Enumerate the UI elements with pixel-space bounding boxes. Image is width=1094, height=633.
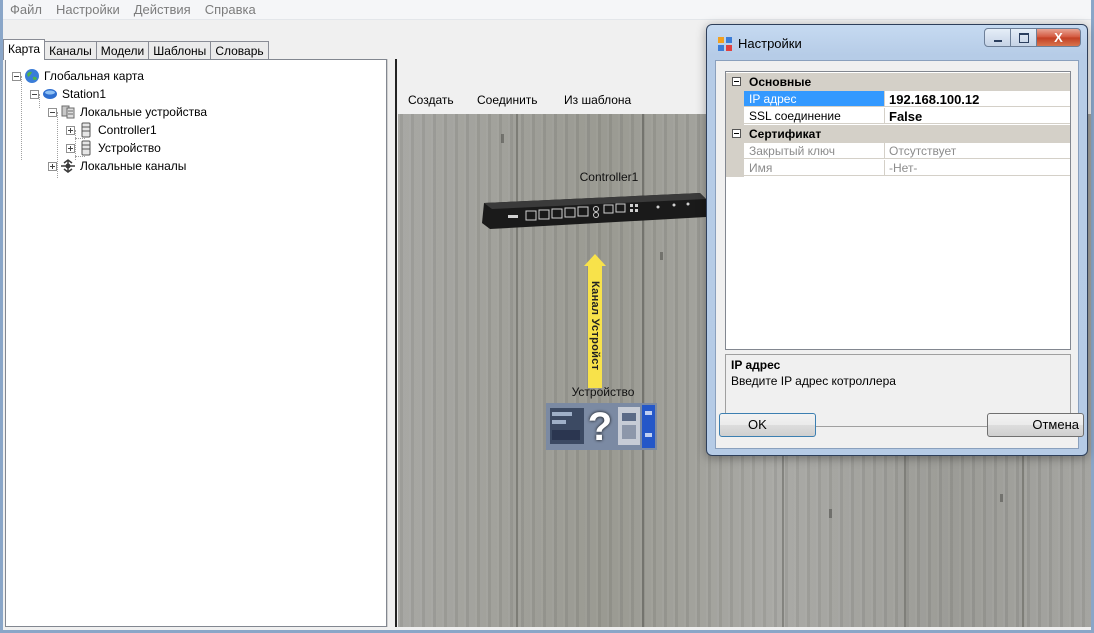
tree-item-station[interactable]: Station1 xyxy=(30,85,106,103)
window-controls: X xyxy=(984,28,1081,48)
tree-item-label: Устройство xyxy=(98,141,161,155)
channel-link-label: Канал Устройст xyxy=(589,281,601,371)
from-template-button[interactable]: Из шаблона xyxy=(564,93,631,107)
tree-item-device[interactable]: Устройство xyxy=(66,139,161,157)
tree-guide xyxy=(21,76,22,160)
tree-item-controller1[interactable]: Controller1 xyxy=(66,121,157,139)
ssl-value[interactable]: False xyxy=(885,108,1070,124)
private-key-value: Отсутствует xyxy=(885,143,1070,159)
ok-button[interactable]: OK xyxy=(719,413,816,437)
tab-dictionary[interactable]: Словарь xyxy=(210,41,269,60)
network-channels-icon xyxy=(61,159,75,173)
settings-dialog: Настройки X Основные IP адрес 192.168.10… xyxy=(706,24,1088,456)
tab-map[interactable]: Карта xyxy=(3,39,46,60)
wood-knot xyxy=(1000,494,1003,502)
help-description: Введите IP адрес котроллера xyxy=(731,374,896,388)
device-node[interactable]: ? xyxy=(546,403,657,450)
collapse-toggle[interactable] xyxy=(12,71,21,81)
expand-toggle[interactable] xyxy=(48,161,57,171)
tab-channels[interactable]: Каналы xyxy=(44,41,97,60)
expand-toggle[interactable] xyxy=(66,143,75,153)
tree-item-label: Controller1 xyxy=(98,123,157,137)
property-name-field[interactable]: Имя -Нет- xyxy=(726,160,1070,177)
menu-help[interactable]: Справка xyxy=(198,0,263,19)
tab-templates[interactable]: Шаблоны xyxy=(148,41,212,60)
property-private-key[interactable]: Закрытый ключ Отсутствует xyxy=(726,143,1070,160)
collapse-toggle[interactable] xyxy=(48,107,57,117)
cancel-button[interactable]: Отмена xyxy=(987,413,1084,437)
globe-icon xyxy=(25,69,39,83)
tree-item-local-devices[interactable]: Локальные устройства xyxy=(48,103,207,121)
database-icon xyxy=(81,122,91,138)
wood-knot xyxy=(660,252,663,260)
dialog-title: Настройки xyxy=(738,36,802,51)
property-name: IP адрес xyxy=(744,91,885,107)
property-grid[interactable]: Основные IP адрес 192.168.100.12 SSL сое… xyxy=(725,71,1071,350)
category-certificate[interactable]: Сертификат xyxy=(726,125,1070,143)
wood-knot xyxy=(829,509,832,518)
tree-item-label: Station1 xyxy=(62,87,107,101)
object-tree[interactable]: Глобальная карта Station1 Локальные устр… xyxy=(5,59,387,627)
tree-item-local-channels[interactable]: Локальные каналы xyxy=(48,157,186,175)
certificate-name-value: -Нет- xyxy=(885,160,1070,176)
wood-knot xyxy=(501,134,504,143)
database-icon xyxy=(81,140,91,156)
maximize-button[interactable] xyxy=(1011,28,1037,47)
collapse-icon[interactable] xyxy=(732,129,741,138)
connect-button[interactable]: Соединить xyxy=(477,93,538,107)
expand-toggle[interactable] xyxy=(66,125,75,135)
device-node-label: Устройство xyxy=(571,385,635,399)
minimize-button[interactable] xyxy=(984,28,1011,47)
menu-settings[interactable]: Настройки xyxy=(49,0,127,19)
menu-actions[interactable]: Действия xyxy=(127,0,198,19)
app-window-icon xyxy=(718,37,732,51)
property-name: Закрытый ключ xyxy=(744,143,885,159)
controller-node[interactable] xyxy=(478,187,708,231)
property-ssl-connection[interactable]: SSL соединение False xyxy=(726,108,1070,125)
property-name: SSL соединение xyxy=(744,108,885,124)
unknown-model-marker: ? xyxy=(587,405,613,449)
panel-splitter[interactable] xyxy=(387,59,397,627)
category-main[interactable]: Основные xyxy=(726,73,1070,91)
tree-item-global-map[interactable]: Глобальная карта xyxy=(12,67,144,85)
tree-item-label: Глобальная карта xyxy=(44,69,144,83)
menu-bar: Файл Настройки Действия Справка xyxy=(3,0,1091,20)
close-button[interactable]: X xyxy=(1037,28,1081,47)
ip-address-value[interactable]: 192.168.100.12 xyxy=(885,91,1070,107)
collapse-icon[interactable] xyxy=(732,77,741,86)
controller-node-label: Controller1 xyxy=(579,170,639,184)
devices-folder-icon xyxy=(61,105,75,119)
tree-item-label: Локальные каналы xyxy=(80,159,187,173)
tab-strip: Карта Каналы Модели Шаблоны Словарь xyxy=(3,39,269,60)
tree-item-label: Локальные устройства xyxy=(80,105,208,119)
property-ip-address[interactable]: IP адрес 192.168.100.12 xyxy=(726,91,1070,108)
dialog-body: Основные IP адрес 192.168.100.12 SSL сое… xyxy=(715,60,1079,449)
help-title: IP адрес xyxy=(731,358,781,372)
station-icon xyxy=(43,89,57,99)
tab-models[interactable]: Модели xyxy=(95,41,150,60)
collapse-toggle[interactable] xyxy=(30,89,39,99)
property-name: Имя xyxy=(744,160,885,176)
create-button[interactable]: Создать xyxy=(408,93,454,107)
menu-file[interactable]: Файл xyxy=(3,0,49,19)
